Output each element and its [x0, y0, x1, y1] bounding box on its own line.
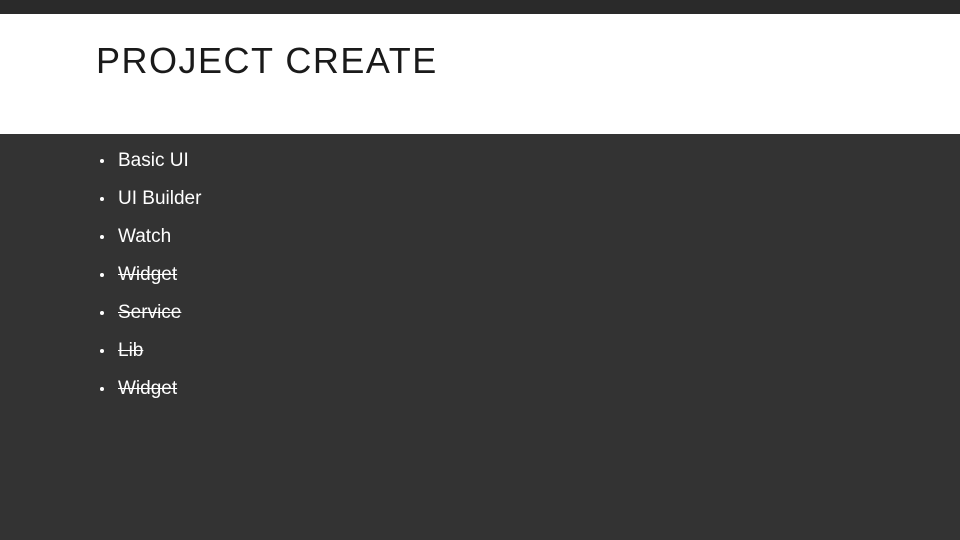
list-item-label: UI Builder [118, 188, 201, 210]
list-item: UI Builder [100, 188, 201, 210]
list-item-label: Widget [118, 378, 177, 400]
list-item-label: Service [118, 302, 181, 324]
bullet-icon [100, 235, 104, 239]
list-item-label: Basic UI [118, 150, 189, 172]
bullet-icon [100, 349, 104, 353]
top-bar [0, 0, 960, 14]
slide-title: PROJECT CREATE [96, 40, 438, 82]
list-item: Watch [100, 226, 201, 248]
list-item-label: Widget [118, 264, 177, 286]
bullet-icon [100, 159, 104, 163]
list-item: Lib [100, 340, 201, 362]
slide: PROJECT CREATE Basic UI UI Builder Watch… [0, 0, 960, 540]
bullet-icon [100, 197, 104, 201]
list-item: Widget [100, 378, 201, 400]
list-item: Service [100, 302, 201, 324]
bullet-list: Basic UI UI Builder Watch Widget Service… [100, 150, 201, 416]
list-item: Basic UI [100, 150, 201, 172]
title-panel: PROJECT CREATE [0, 14, 960, 134]
bullet-icon [100, 311, 104, 315]
bullet-icon [100, 273, 104, 277]
list-item-label: Lib [118, 340, 143, 362]
list-item: Widget [100, 264, 201, 286]
list-item-label: Watch [118, 226, 171, 248]
bullet-icon [100, 387, 104, 391]
